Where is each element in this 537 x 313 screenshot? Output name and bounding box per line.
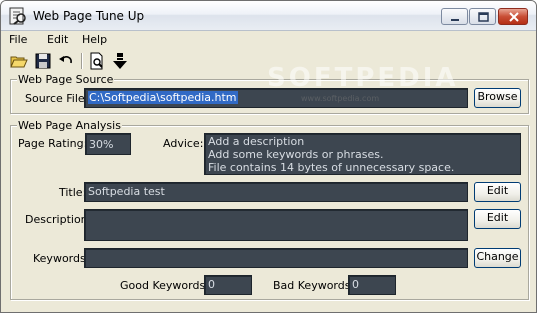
watermark-url: www.softpedia.com [301, 94, 380, 103]
save-disk-icon[interactable] [34, 52, 52, 70]
keywords-change-button[interactable]: Change [474, 248, 521, 268]
window-title: Web Page Tune Up [33, 9, 145, 23]
title-input[interactable]: Softpedia test [84, 182, 468, 202]
source-file-value: C:\Softpedia\softpedia.htm [88, 91, 238, 104]
page-rating-label: Page Rating: [18, 137, 88, 150]
good-keywords-label: Good Keywords: [120, 279, 209, 292]
description-input[interactable] [84, 209, 468, 241]
advice-label: Advice: [163, 137, 204, 150]
minimize-button[interactable] [441, 8, 468, 25]
menu-file[interactable]: File [9, 33, 27, 46]
advice-line: Add a description [208, 135, 305, 148]
keywords-input[interactable] [84, 248, 468, 268]
title-label: Title: [59, 186, 87, 199]
download-arrow-icon[interactable] [111, 52, 129, 70]
good-keywords-value: 0 [204, 275, 252, 295]
browse-button[interactable]: Browse [474, 88, 521, 108]
title-edit-button[interactable]: Edit [474, 182, 521, 202]
app-window: Web Page Tune Up File Edit Help Web Page… [0, 0, 537, 313]
undo-icon[interactable] [57, 52, 75, 70]
analysis-group-title: Web Page Analysis [17, 119, 122, 132]
keywords-label: Keywords: [33, 252, 90, 265]
menu-help[interactable]: Help [82, 33, 107, 46]
close-button[interactable] [498, 8, 528, 25]
maximize-button[interactable] [469, 8, 496, 25]
app-icon[interactable] [9, 7, 27, 25]
page-rating-value: 30% [85, 133, 131, 155]
source-group-title: Web Page Source [17, 73, 115, 86]
description-edit-button[interactable]: Edit [474, 209, 521, 229]
watermark-text: SOFTPEDIA [267, 63, 459, 93]
advice-line: File contains 14 bytes of unnecessary sp… [208, 161, 455, 174]
advice-box[interactable]: Add a description Add some keywords or p… [204, 133, 521, 175]
menu-edit[interactable]: Edit [47, 33, 68, 46]
bad-keywords-label: Bad Keywords: [273, 279, 355, 292]
advice-line: Add some keywords or phrases. [208, 148, 384, 161]
title-bar[interactable]: Web Page Tune Up [1, 1, 536, 31]
source-file-label: Source File: [25, 92, 89, 105]
menu-bar: File Edit Help [1, 31, 536, 49]
description-label: Description: [25, 213, 92, 226]
toolbar-separator [81, 53, 83, 69]
open-folder-icon[interactable] [10, 52, 28, 70]
preview-page-icon[interactable] [88, 52, 106, 70]
bad-keywords-value: 0 [348, 275, 396, 295]
